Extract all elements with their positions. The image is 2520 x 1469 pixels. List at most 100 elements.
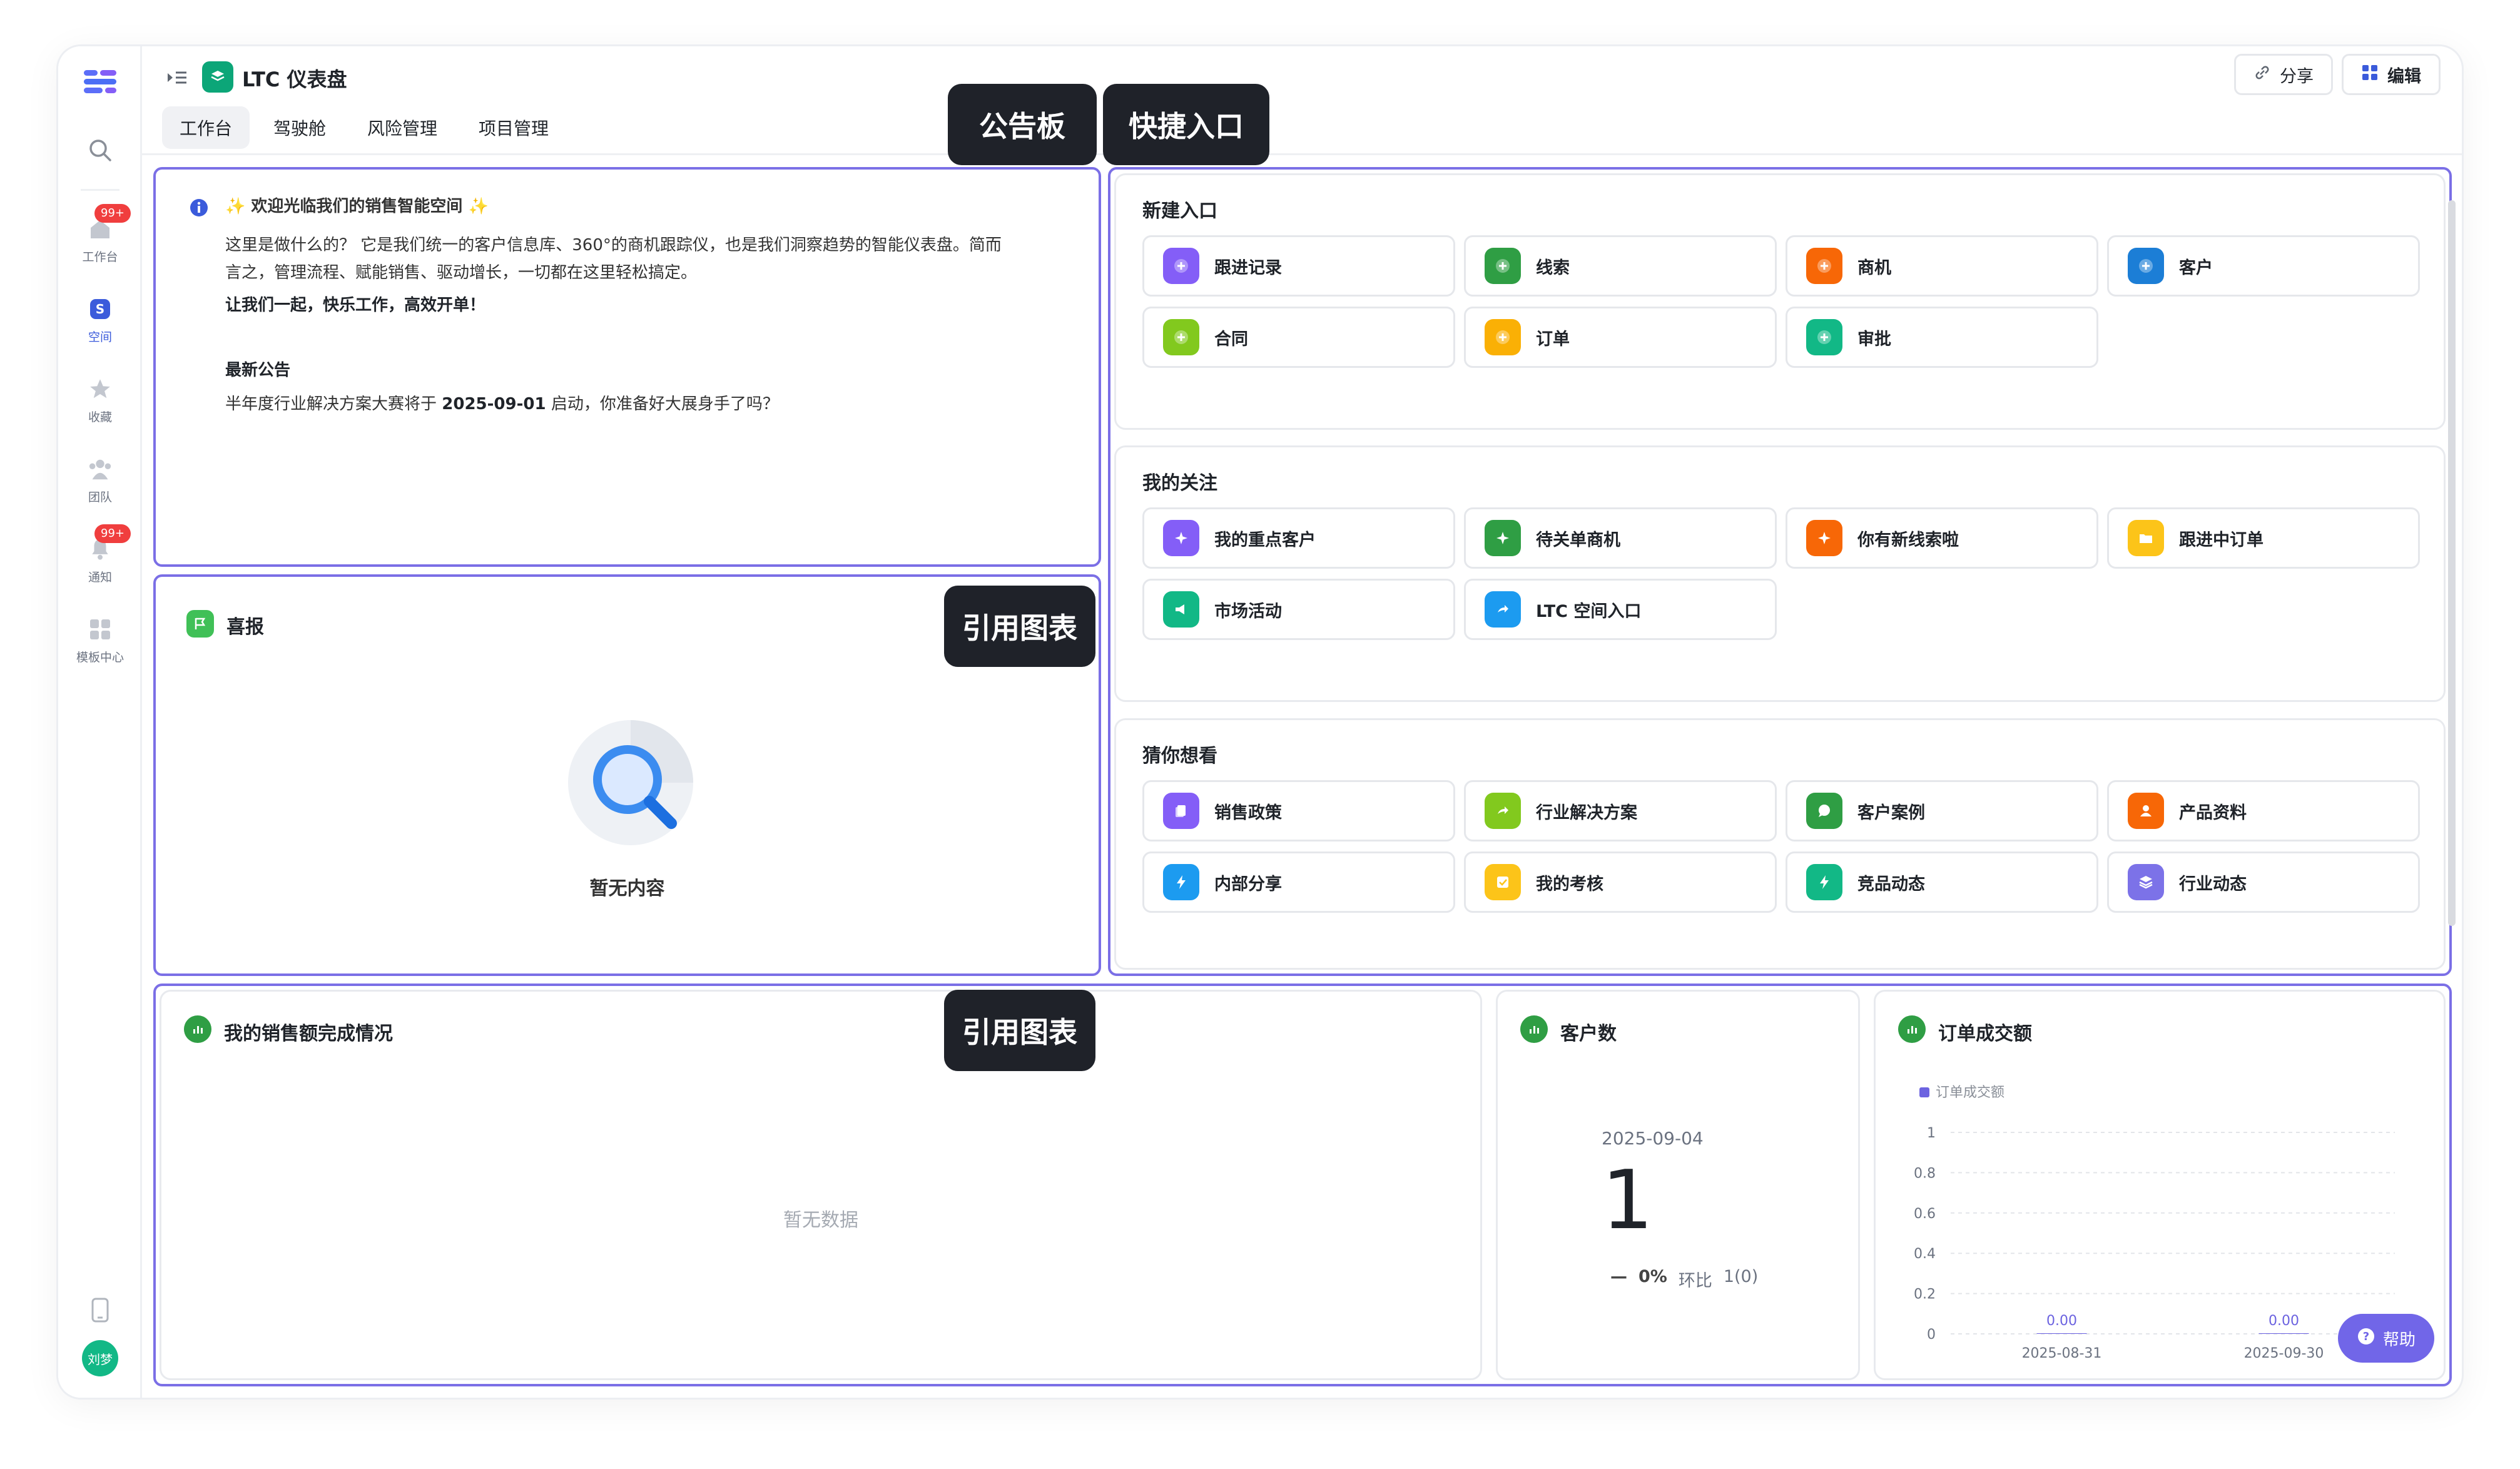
latest-notice-title: 最新公告 xyxy=(225,361,291,380)
pending-opportunities-button[interactable]: 待关单商机 xyxy=(1464,507,1777,569)
space-icon: S xyxy=(88,297,113,322)
plus-icon xyxy=(1485,248,1521,284)
callout-notice-board: 公告板 xyxy=(948,84,1097,165)
dash-icon: — xyxy=(1610,1267,1627,1286)
arrow-right-icon xyxy=(1485,591,1521,628)
chart-icon xyxy=(1520,1015,1548,1043)
new-opportunity-button[interactable]: 商机 xyxy=(1786,235,2098,297)
user-icon xyxy=(2128,793,2164,829)
notice-line-1: 这里是做什么的？ 它是我们统一的客户信息库、360°的商机跟踪仪，也是我们洞察趋… xyxy=(225,236,1002,255)
flag-icon xyxy=(186,610,214,638)
tab-risk[interactable]: 风险管理 xyxy=(350,106,455,149)
guess-card: 猜你想看 销售政策 行业解决方案 客户案例 产品资料 内部分享 我的考核 竞品动… xyxy=(1114,718,2446,970)
legend-label: 订单成交额 xyxy=(1936,1085,2004,1100)
rail-item-team[interactable]: 团队 xyxy=(58,457,142,505)
my-assessment-button[interactable]: 我的考核 xyxy=(1464,851,1777,913)
new-followup-button[interactable]: 跟进记录 xyxy=(1142,235,1455,297)
tab-projects[interactable]: 项目管理 xyxy=(461,106,566,149)
chart-icon xyxy=(1898,1015,1926,1043)
industry-news-button[interactable]: 行业动态 xyxy=(2107,851,2420,913)
lightning-icon xyxy=(1163,864,1199,900)
ltc-space-entry-button[interactable]: LTC 空间入口 xyxy=(1464,579,1777,640)
legend-swatch xyxy=(1919,1087,1929,1097)
help-button[interactable]: ? 帮助 xyxy=(2337,1314,2434,1363)
internal-sharing-button[interactable]: 内部分享 xyxy=(1142,851,1455,913)
y-tick-label: 0.8 xyxy=(1914,1166,1936,1181)
new-approval-button[interactable]: 审批 xyxy=(1786,307,2098,368)
product-materials-button[interactable]: 产品资料 xyxy=(2107,780,2420,841)
latest-notice-text: 半年度行业解决方案大赛将于 2025-09-01 启动，你准备好大展身手了吗？ xyxy=(225,395,779,414)
customer-count-card: 客户数 2025-09-04 1 — 0% 环比 1(0) xyxy=(1496,990,1860,1380)
guess-title: 猜你想看 xyxy=(1142,745,1217,767)
rail-item-templates[interactable]: 模板中心 xyxy=(58,617,142,665)
plus-icon xyxy=(1485,319,1521,355)
new-order-button[interactable]: 订单 xyxy=(1464,307,1777,368)
sales-policy-button[interactable]: 销售政策 xyxy=(1142,780,1455,841)
user-avatar[interactable]: 刘梦 xyxy=(58,1340,142,1376)
tab-cockpit[interactable]: 驾驶舱 xyxy=(256,106,343,149)
layers-icon xyxy=(2128,864,2164,900)
new-leads-button[interactable]: 你有新线索啦 xyxy=(1786,507,2098,569)
logo-icon[interactable] xyxy=(58,66,142,96)
team-icon xyxy=(88,457,113,482)
info-icon xyxy=(189,198,209,220)
competitor-news-button[interactable]: 竞品动态 xyxy=(1786,851,2098,913)
app-window: 99+ 工作台 S 空间 收藏 团队 99+ 通知 模板中心 刘梦 LTC 仪表… xyxy=(58,46,2462,1398)
y-tick-label: 0.6 xyxy=(1914,1206,1936,1222)
folder-icon xyxy=(2128,520,2164,556)
callout-quick-entry: 快捷入口 xyxy=(1103,84,1269,165)
notifications-badge: 99+ xyxy=(94,524,131,543)
industry-solutions-button[interactable]: 行业解决方案 xyxy=(1464,780,1777,841)
new-contract-button[interactable]: 合同 xyxy=(1142,307,1455,368)
notice-board-card: ✨ 欢迎光临我们的销售智能空间 ✨ 这里是做什么的？ 它是我们统一的客户信息库、… xyxy=(160,173,1095,561)
plus-icon xyxy=(1163,248,1199,284)
layout-icon xyxy=(2361,64,2379,86)
sales-completion-card: 我的销售额完成情况 暂无数据 xyxy=(160,990,1482,1380)
empty-search-illustration-icon xyxy=(568,720,699,854)
sparkle-icon xyxy=(1485,520,1521,556)
new-lead-button[interactable]: 线索 xyxy=(1464,235,1777,297)
megaphone-icon xyxy=(1163,591,1199,628)
link-icon xyxy=(2253,64,2271,86)
y-tick-label: 0 xyxy=(1927,1327,1936,1343)
marketing-events-button[interactable]: 市场活动 xyxy=(1142,579,1455,640)
callout-chart-ref-1: 引用图表 xyxy=(944,586,1095,667)
new-entry-card: 新建入口 跟进记录 线索 商机 客户 合同 订单 审批 xyxy=(1114,173,2446,430)
share-button[interactable]: 分享 xyxy=(2234,54,2333,95)
tab-bar: 工作台 驾驶舱 风险管理 项目管理 xyxy=(162,106,566,149)
dashboard-app-icon xyxy=(202,61,233,93)
key-customers-button[interactable]: 我的重点客户 xyxy=(1142,507,1455,569)
chat-icon xyxy=(1806,793,1842,829)
customer-count-date: 2025-09-04 xyxy=(1602,1128,1704,1149)
notice-headline: ✨ 欢迎光临我们的销售智能空间 ✨ xyxy=(225,197,489,216)
customer-count-comparison: — 0% 环比 1(0) xyxy=(1610,1267,1759,1291)
rail-item-workbench[interactable]: 99+ 工作台 xyxy=(58,204,142,265)
plus-icon xyxy=(2128,248,2164,284)
plus-icon xyxy=(1163,319,1199,355)
tab-workbench[interactable]: 工作台 xyxy=(162,106,250,149)
y-tick-label: 0.2 xyxy=(1914,1287,1936,1303)
search-icon[interactable] xyxy=(58,138,142,163)
orders-in-progress-button[interactable]: 跟进中订单 xyxy=(2107,507,2420,569)
new-customer-button[interactable]: 客户 xyxy=(2107,235,2420,297)
edit-button[interactable]: 编辑 xyxy=(2342,54,2441,95)
left-rail: 99+ 工作台 S 空间 收藏 团队 99+ 通知 模板中心 刘梦 xyxy=(58,46,142,1398)
checklist-icon xyxy=(1485,864,1521,900)
customer-cases-button[interactable]: 客户案例 xyxy=(1786,780,2098,841)
mobile-icon[interactable] xyxy=(58,1298,142,1323)
rail-item-favorites[interactable]: 收藏 xyxy=(58,377,142,425)
page-title: LTC 仪表盘 xyxy=(242,68,347,91)
new-entry-title: 新建入口 xyxy=(1142,200,1217,222)
plus-icon xyxy=(1806,319,1842,355)
rail-item-space[interactable]: S 空间 xyxy=(58,297,142,345)
y-tick-label: 0.4 xyxy=(1914,1246,1936,1262)
content-scrollbar[interactable] xyxy=(2448,200,2456,926)
y-tick-label: 1 xyxy=(1927,1126,1936,1141)
follow-card: 我的关注 我的重点客户 待关单商机 你有新线索啦 跟进中订单 市场活动 LTC … xyxy=(1114,445,2446,702)
callout-chart-ref-2: 引用图表 xyxy=(944,990,1095,1071)
sidebar-toggle-icon[interactable] xyxy=(165,65,190,90)
share-arrow-icon xyxy=(1485,793,1521,829)
rail-item-notifications[interactable]: 99+ 通知 xyxy=(58,524,142,585)
data-label: 0.00 xyxy=(2269,1313,2299,1329)
xibao-empty: 暂无内容 xyxy=(589,878,665,900)
